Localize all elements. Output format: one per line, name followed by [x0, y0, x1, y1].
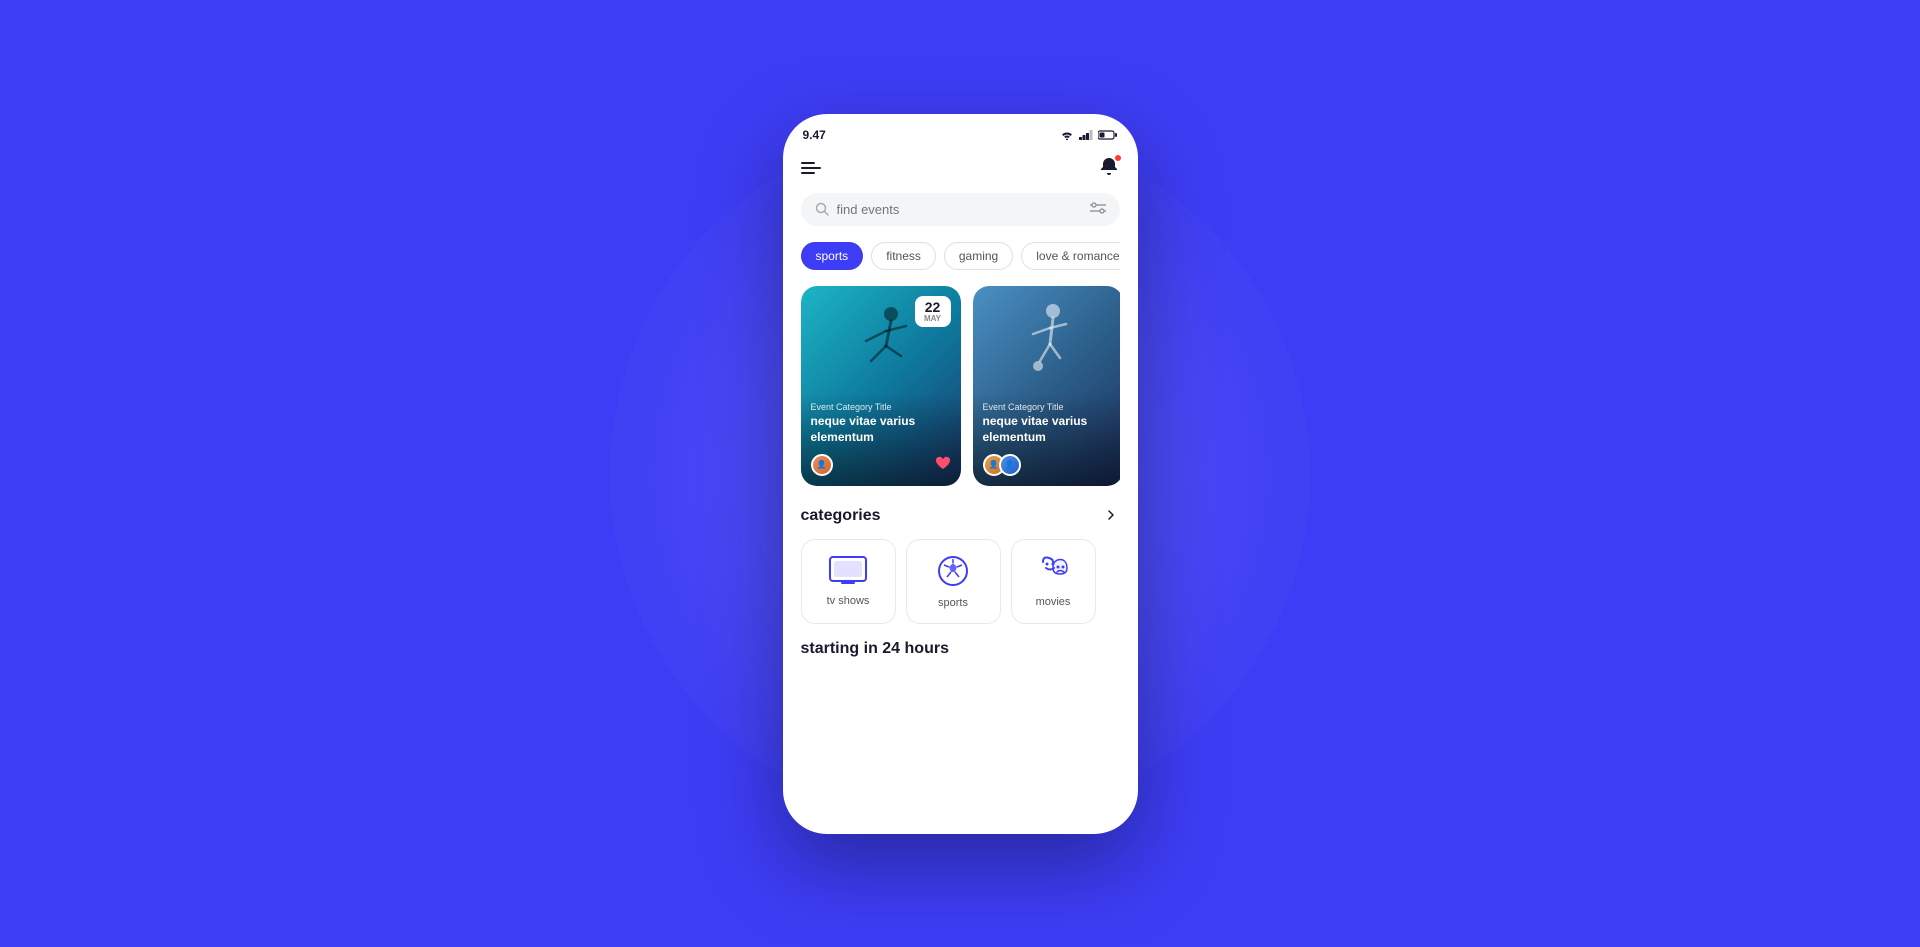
- status-time: 9.47: [803, 128, 826, 142]
- categories-title: categories: [801, 507, 881, 525]
- avatar-1: 👤: [811, 454, 833, 476]
- category-tv-label: tv shows: [827, 595, 870, 607]
- category-movies[interactable]: movies: [1011, 539, 1096, 624]
- heart-button-1[interactable]: [935, 456, 951, 473]
- event-card-1[interactable]: 22 MAY Event Category Title neque vitae …: [801, 286, 961, 486]
- wifi-icon: [1060, 130, 1074, 140]
- pill-gaming[interactable]: gaming: [944, 242, 1013, 270]
- tv-icon: [828, 555, 868, 587]
- signal-icon: [1079, 130, 1093, 140]
- pill-fitness[interactable]: fitness: [871, 242, 936, 270]
- notification-dot: [1114, 154, 1122, 162]
- search-icon: [815, 202, 829, 216]
- card-title-1: neque vitae varius elementum: [811, 414, 951, 445]
- avatar-stack-2: 👤 👤: [983, 454, 1021, 476]
- top-bar: [801, 146, 1120, 193]
- event-cards: 22 MAY Event Category Title neque vitae …: [801, 286, 1120, 486]
- event-card-2[interactable]: Event Category Title neque vitae varius …: [973, 286, 1120, 486]
- date-month-1: MAY: [923, 314, 943, 323]
- pill-sports[interactable]: sports: [801, 242, 864, 270]
- avatar-3: 👤: [999, 454, 1021, 476]
- pill-love-romance[interactable]: love & romance: [1021, 242, 1119, 270]
- menu-button[interactable]: [801, 162, 821, 174]
- filter-icon: [1090, 202, 1106, 214]
- phone-content: sports fitness gaming love & romance: [783, 146, 1138, 834]
- card-figure-1: [836, 296, 926, 406]
- soccer-icon: [935, 553, 971, 589]
- card-category-2: Event Category Title: [983, 402, 1113, 412]
- category-pills: sports fitness gaming love & romance: [801, 242, 1120, 270]
- phone-notch: [900, 114, 1020, 136]
- category-sports[interactable]: sports: [906, 539, 1001, 624]
- search-input[interactable]: [837, 202, 1082, 217]
- avatar-stack-1: 👤: [811, 454, 833, 476]
- arrow-right-icon: [1102, 506, 1120, 524]
- heart-icon-1: [935, 456, 951, 470]
- notification-button[interactable]: [1098, 156, 1120, 181]
- category-sports-label: sports: [938, 597, 968, 609]
- date-day-1: 22: [923, 300, 943, 314]
- theater-icon: [1033, 554, 1073, 588]
- category-grid: tv shows sports: [801, 539, 1120, 624]
- status-icons: [1060, 130, 1118, 140]
- card-category-1: Event Category Title: [811, 402, 951, 412]
- categories-see-more[interactable]: [1102, 506, 1120, 527]
- card-footer-2: 👤 👤: [983, 454, 1113, 476]
- category-movies-label: movies: [1036, 596, 1071, 608]
- card-bottom-1: Event Category Title neque vitae varius …: [801, 392, 961, 485]
- categories-header: categories: [801, 506, 1120, 527]
- card-footer-1: 👤: [811, 454, 951, 476]
- card-bottom-2: Event Category Title neque vitae varius …: [973, 392, 1120, 485]
- starting-soon-section: starting in 24 hours: [801, 640, 1120, 658]
- filter-button[interactable]: [1090, 202, 1106, 217]
- card-figure-2: [1008, 296, 1088, 396]
- category-tv-shows[interactable]: tv shows: [801, 539, 896, 624]
- search-bar: [801, 193, 1120, 226]
- card-title-2: neque vitae varius elementum: [983, 414, 1113, 445]
- phone-frame: 9.47: [783, 114, 1138, 834]
- starting-soon-title: starting in 24 hours: [801, 640, 949, 657]
- battery-icon: [1098, 130, 1118, 140]
- date-badge-1: 22 MAY: [915, 296, 951, 327]
